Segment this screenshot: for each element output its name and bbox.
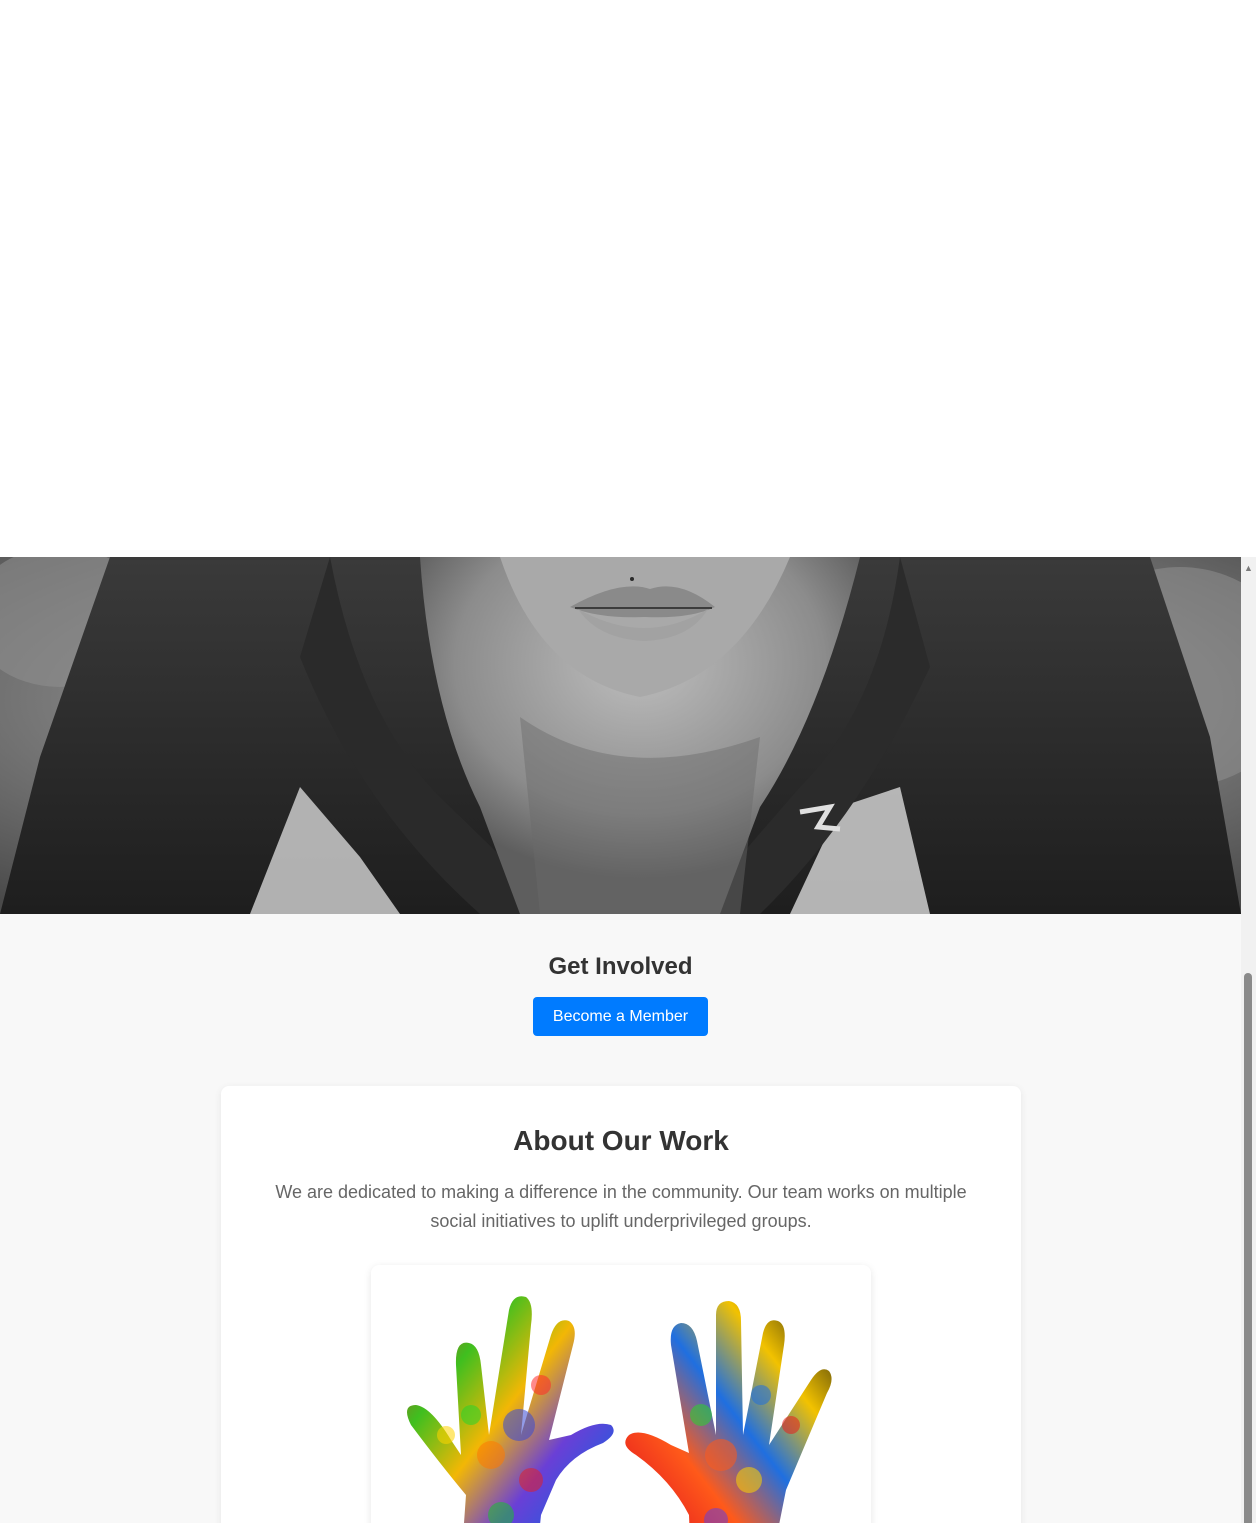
scroll-up-arrow-icon[interactable]: ▲ xyxy=(1241,561,1256,575)
browser-viewport: Get Involved Become a Member About Our W… xyxy=(0,0,1256,1523)
vertical-scrollbar[interactable]: ▲ xyxy=(1241,557,1256,1523)
get-involved-title: Get Involved xyxy=(548,953,693,980)
page-content: Get Involved Become a Member About Our W… xyxy=(0,557,1241,1523)
scrollbar-thumb[interactable] xyxy=(1244,973,1252,1523)
about-description: We are dedicated to making a difference … xyxy=(275,1182,967,1231)
become-member-button[interactable]: Become a Member xyxy=(533,997,708,1036)
hands-image xyxy=(371,1265,871,1523)
hero-image xyxy=(0,557,1241,914)
blank-area xyxy=(0,0,1256,557)
about-title: About Our Work xyxy=(513,1125,729,1156)
about-card: About Our Work We are dedicated to makin… xyxy=(221,1086,1021,1523)
